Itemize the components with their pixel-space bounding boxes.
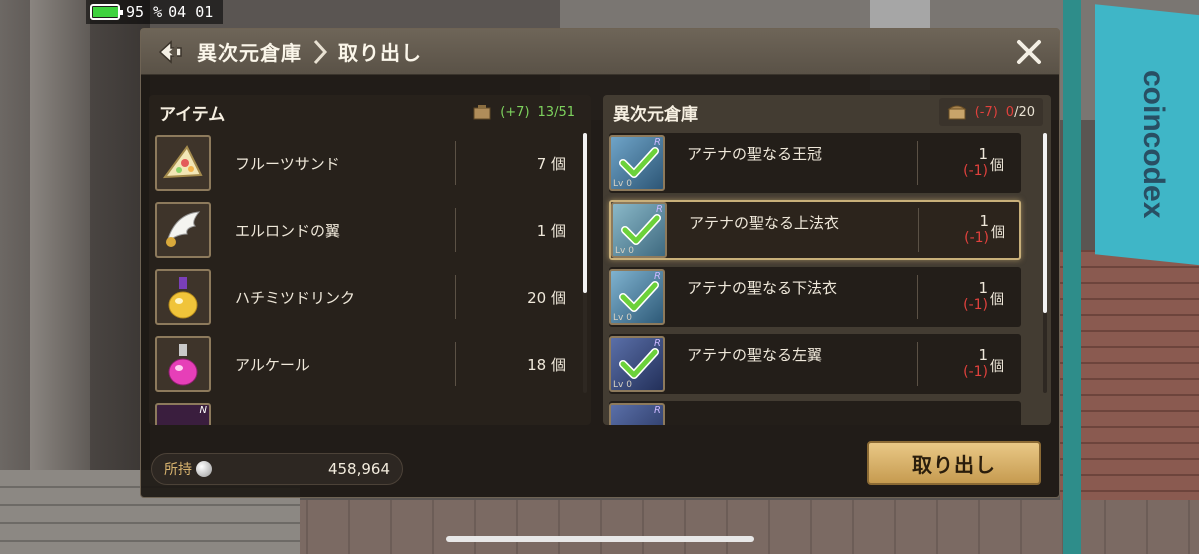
- page-subtitle: 取り出し: [338, 41, 422, 65]
- quantity-box: 1 個 (-1): [918, 336, 1018, 392]
- quantity-box: 1 個 (-1): [918, 269, 1018, 325]
- item-delta: (-1): [964, 230, 990, 246]
- athena-upper-robe-icon: R Lv 0: [611, 202, 667, 258]
- item-quantity: 20 個: [527, 288, 566, 307]
- level-badge: Lv 0: [613, 313, 632, 323]
- inventory-capacity: (+7) 13/51: [464, 98, 583, 126]
- check-icon: [621, 214, 661, 245]
- inventory-list-panel: アイテム (+7) 13/51 フルーツサンド 7 個 エルロンドの翼 1 個 …: [149, 95, 591, 425]
- item-unit: 個: [990, 292, 1004, 308]
- quantity-box: 1 個 (-1): [919, 202, 1019, 258]
- item-quantity: 1 個: [536, 221, 566, 240]
- storage-list-panel: 異次元倉庫 (-7) 0/20 R Lv 0 アテナの聖なる王冠 1 個 (-1…: [603, 95, 1051, 425]
- storage-delta: (-7): [974, 104, 998, 120]
- list-item[interactable]: ハチミツドリンク 20 個: [155, 267, 573, 327]
- item-icon: R: [609, 403, 665, 425]
- athena-lower-robe-icon: R Lv 0: [609, 269, 665, 325]
- clock: 04 01: [168, 3, 214, 21]
- athena-crown-icon: R Lv 0: [609, 135, 665, 191]
- item-name: ハチミツドリンク: [235, 288, 356, 307]
- storage-item-selected[interactable]: R Lv 0 アテナの聖なる上法衣 1 個 (-1): [609, 200, 1021, 260]
- inventory-list[interactable]: フルーツサンド 7 個 エルロンドの翼 1 個 ハチミツドリンク 20 個 アル…: [149, 133, 591, 425]
- back-arrow-icon[interactable]: [151, 32, 191, 72]
- battery-percent: 95 %: [126, 3, 163, 21]
- background-post: [1063, 0, 1081, 554]
- storage-item[interactable]: R Lv 0 アテナの聖なる王冠 1 個 (-1): [609, 133, 1021, 193]
- withdraw-button[interactable]: 取り出し: [867, 441, 1041, 485]
- banner-text: coincodex: [1137, 70, 1170, 219]
- battery-level: [93, 7, 118, 17]
- inventory-delta: (+7): [500, 104, 530, 120]
- item-icon: N: [155, 403, 211, 425]
- storage-list[interactable]: R Lv 0 アテナの聖なる王冠 1 個 (-1) R Lv 0 アテナの聖なる…: [603, 133, 1051, 425]
- page-title: 異次元倉庫: [197, 41, 302, 65]
- storage-capacity-total: /20: [1014, 104, 1035, 120]
- storage-count: 0: [1005, 104, 1015, 120]
- item-name: アテナの聖なる王冠: [687, 145, 823, 163]
- check-icon: [619, 348, 659, 379]
- currency-display: 所持 458,964: [151, 453, 403, 485]
- check-icon: [619, 281, 659, 312]
- chevron-right-icon: [308, 37, 332, 67]
- item-name: アテナの聖なる上法衣: [689, 214, 840, 232]
- status-bar: 95 % 04 01: [86, 0, 224, 24]
- item-delta: (-1): [963, 297, 988, 313]
- storage-title: 異次元倉庫: [613, 104, 698, 125]
- elrond-wing-icon: [155, 202, 211, 258]
- inventory-title: アイテム: [159, 104, 226, 125]
- item-unit: 個: [990, 359, 1004, 375]
- level-badge: Lv 0: [613, 380, 632, 390]
- list-item[interactable]: フルーツサンド 7 個: [155, 133, 573, 193]
- honey-drink-icon: [155, 269, 211, 325]
- storage-header: 異次元倉庫 (-7) 0/20: [603, 95, 1051, 129]
- home-indicator[interactable]: [446, 536, 754, 542]
- currency-amount: 458,964: [327, 460, 390, 478]
- close-icon[interactable]: [1011, 34, 1047, 70]
- storage-item-partial[interactable]: R: [609, 401, 1021, 425]
- scrollbar-thumb[interactable]: [1043, 133, 1047, 313]
- inventory-scrollbar[interactable]: [583, 133, 587, 393]
- item-quantity: 7 個: [536, 154, 566, 173]
- battery-icon: [90, 4, 123, 20]
- check-icon: [619, 147, 659, 178]
- list-item[interactable]: エルロンドの翼 1 個: [155, 200, 573, 260]
- inventory-count: 13/51: [537, 104, 575, 120]
- scrollbar-thumb[interactable]: [583, 133, 587, 293]
- item-name: エルロンドの翼: [235, 221, 341, 240]
- rarity-badge: N: [199, 405, 207, 416]
- storage-capacity: (-7) 0/20: [938, 98, 1043, 126]
- storage-scrollbar[interactable]: [1043, 133, 1047, 393]
- item-delta: (-1): [963, 364, 988, 380]
- item-name: フルーツサンド: [235, 154, 340, 173]
- level-badge: Lv 0: [615, 246, 634, 256]
- fruit-sandwich-icon: [155, 135, 211, 191]
- bag-icon: [473, 105, 491, 120]
- item-quantity: 1: [978, 346, 988, 364]
- alcale-potion-icon: [155, 336, 211, 392]
- item-unit: 個: [990, 158, 1004, 174]
- inventory-header: アイテム (+7) 13/51: [149, 95, 591, 129]
- chest-icon: [947, 105, 967, 120]
- rarity-badge: R: [654, 405, 661, 416]
- quantity-box: 1 個 (-1): [918, 135, 1018, 191]
- level-badge: Lv 0: [613, 179, 632, 189]
- item-name: アルケール: [235, 355, 310, 374]
- item-name: アテナの聖なる左翼: [687, 346, 823, 364]
- item-quantity: 18 個: [527, 355, 566, 374]
- item-delta: (-1): [963, 163, 988, 179]
- storage-panel: 異次元倉庫 取り出し アイテム (+7) 13/51 フルーツサンド 7 個 エ…: [140, 28, 1060, 498]
- list-item[interactable]: アルケール 18 個: [155, 334, 573, 394]
- item-quantity: 1: [978, 145, 988, 163]
- storage-item[interactable]: R Lv 0 アテナの聖なる左翼 1 個 (-1): [609, 334, 1021, 394]
- athena-left-wing-icon: R Lv 0: [609, 336, 665, 392]
- list-item-partial[interactable]: N: [155, 401, 573, 425]
- item-quantity: 1: [978, 279, 988, 297]
- item-unit: 個: [991, 225, 1006, 241]
- silver-coin-icon: [196, 461, 212, 477]
- title-bar: 異次元倉庫 取り出し: [141, 29, 1059, 75]
- item-name: アテナの聖なる下法衣: [687, 279, 838, 297]
- item-quantity: 1: [979, 212, 990, 230]
- storage-item[interactable]: R Lv 0 アテナの聖なる下法衣 1 個 (-1): [609, 267, 1021, 327]
- currency-label: 所持: [164, 462, 192, 478]
